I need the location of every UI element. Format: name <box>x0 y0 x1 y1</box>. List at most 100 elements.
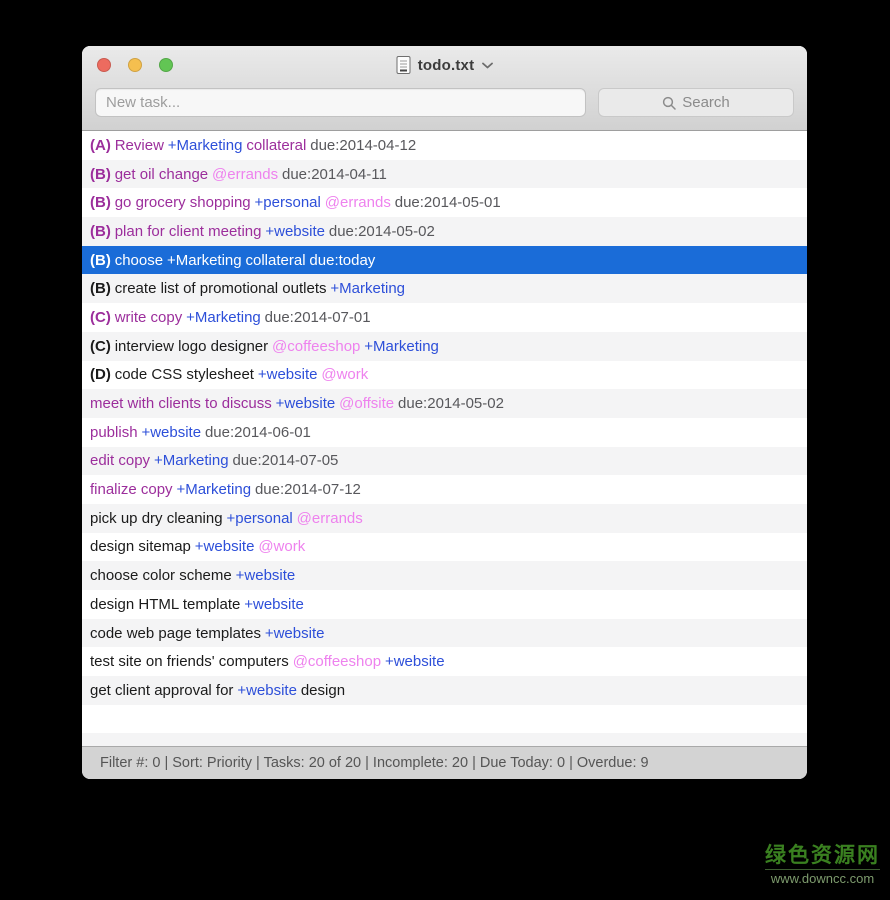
window-title: todo.txt <box>417 56 475 74</box>
task-segment-context: @errands <box>324 194 391 212</box>
empty-row <box>82 733 807 746</box>
zoom-button-icon[interactable] <box>159 58 173 72</box>
task-segment-priority: (A) <box>90 136 111 154</box>
task-segment-project: +website <box>235 567 296 585</box>
task-row[interactable]: (C) interview logo designer @coffeeshop +Ma… <box>82 331 807 361</box>
task-segment-project: +personal <box>254 194 321 212</box>
task-segment-project: +website <box>244 595 304 613</box>
task-row[interactable]: (C) write copy +Marketing due:2014-07-01 <box>82 303 807 332</box>
task-segment-project: +website <box>194 538 255 556</box>
task-segment-project: +Marketing <box>364 337 439 355</box>
task-row[interactable]: (A) Review +Marketing collateral due:2014-04… <box>82 131 807 160</box>
task-segment-priority: (D) <box>90 366 111 384</box>
task-segment-priority: (C) <box>90 337 111 355</box>
task-segment-due: due:2014-07-05 <box>232 452 339 470</box>
task-segment-context: @work <box>258 538 306 556</box>
search-icon <box>663 96 676 110</box>
task-row[interactable]: pick up dry cleaning +personal @errands <box>82 503 807 533</box>
task-list: (A) Review +Marketing collateral due:2014-04… <box>82 131 807 746</box>
task-segment-priority: (B) <box>90 165 111 183</box>
task-segment-text: get oil change <box>114 165 209 183</box>
task-row[interactable]: choose color scheme +website <box>82 561 807 590</box>
task-segment-project: +Marketing <box>166 251 242 269</box>
task-row[interactable]: finalize copy +Marketing due:2014-07-12 <box>82 475 807 504</box>
task-segment-project: +website <box>384 653 445 671</box>
task-segment-project: +Marketing <box>176 481 252 499</box>
task-segment-project: +Marketing <box>167 136 243 154</box>
watermark-site-name: 绿色资源网 <box>765 843 880 867</box>
task-row[interactable]: (B) go grocery shopping +personal @errands d… <box>82 188 807 217</box>
task-segment-text: Review <box>114 136 164 154</box>
task-row[interactable]: get client approval for +website design <box>82 676 807 705</box>
titlebar[interactable]: todo.txt <box>82 46 807 84</box>
title-group[interactable]: todo.txt <box>396 56 494 74</box>
task-segment-text: collateral <box>245 251 306 269</box>
task-segment-text: plan for client meeting <box>114 222 262 240</box>
task-segment-priority: (C) <box>90 308 111 326</box>
task-segment-text: meet with clients to discuss <box>90 395 272 413</box>
task-segment-project: +website <box>264 624 325 642</box>
task-segment-context: @coffeeshop <box>272 337 361 355</box>
chevron-down-icon[interactable] <box>482 62 494 69</box>
task-segment-project: +personal <box>226 509 293 527</box>
task-segment-text: create list of promotional outlets <box>114 280 327 298</box>
task-row[interactable]: edit copy +Marketing due:2014-07-05 <box>82 446 807 476</box>
task-segment-project: +website <box>265 222 325 240</box>
task-segment-text: finalize copy <box>90 481 173 499</box>
task-segment-text: publish <box>90 423 138 441</box>
task-row[interactable]: (B) get oil change @errands due:2014-04-11 <box>82 159 807 189</box>
task-segment-text: write copy <box>114 308 183 326</box>
task-segment-text: design HTML template <box>90 595 241 613</box>
toolbar: Search <box>82 84 807 117</box>
task-row[interactable]: (D) code CSS stylesheet +website @work <box>82 361 807 390</box>
task-segment-text: code CSS stylesheet <box>114 366 254 384</box>
task-segment-priority: (B) <box>90 280 111 298</box>
task-segment-text: collateral <box>246 136 307 154</box>
task-row[interactable]: (B) plan for client meeting +website due:20… <box>82 217 807 246</box>
task-row-selected[interactable]: (B) choose +Marketing collateral due:today <box>82 245 807 275</box>
task-segment-due: due:today <box>309 251 376 269</box>
task-row[interactable]: meet with clients to discuss +website @off… <box>82 389 807 418</box>
window-header: todo.txt Search <box>82 46 807 131</box>
task-segment-due: due:2014-07-01 <box>264 308 371 326</box>
close-button-icon[interactable] <box>97 58 111 72</box>
search-placeholder-label: Search <box>682 94 730 111</box>
new-task-input[interactable] <box>95 88 586 117</box>
watermark: 绿色资源网 www.downcc.com <box>765 844 880 886</box>
app-window: todo.txt Search (A)Review+Marketingcolla… <box>82 46 807 779</box>
status-bar: Filter #: 0 | Sort: Priority | Tasks: 20… <box>82 746 807 779</box>
task-segment-text: go grocery shopping <box>114 194 251 212</box>
task-segment-text: get client approval for <box>90 681 234 699</box>
task-row[interactable]: (B) create list of promotional outlets +Ma… <box>82 274 807 304</box>
task-segment-text: choose color scheme <box>90 567 232 585</box>
task-segment-context: @work <box>321 366 369 384</box>
task-segment-text: design sitemap <box>90 538 191 556</box>
task-segment-text: choose <box>114 251 164 269</box>
task-segment-project: +Marketing <box>153 452 229 470</box>
minimize-button-icon[interactable] <box>128 58 142 72</box>
task-segment-due: due:2014-05-02 <box>328 222 435 240</box>
task-row[interactable]: publish +website due:2014-06-01 <box>82 418 807 447</box>
task-segment-text: edit copy <box>90 452 151 470</box>
task-segment-text: pick up dry cleaning <box>90 509 223 527</box>
task-segment-context: @errands <box>296 509 363 527</box>
search-input[interactable]: Search <box>598 88 794 117</box>
task-segment-project: +Marketing <box>186 308 261 326</box>
task-segment-context: @offsite <box>339 395 395 413</box>
watermark-site-url: www.downcc.com <box>765 869 880 886</box>
task-segment-due: due:2014-05-02 <box>398 395 504 413</box>
task-segment-text: code web page templates <box>90 624 261 642</box>
task-segment-text: design <box>300 681 346 699</box>
task-row[interactable]: design HTML template +website <box>82 590 807 619</box>
traffic-lights <box>97 46 173 84</box>
task-segment-project: +website <box>237 681 297 699</box>
task-segment-due: due:2014-04-12 <box>310 136 417 154</box>
task-row[interactable]: design sitemap +website @work <box>82 533 807 562</box>
task-row[interactable]: code web page templates +website <box>82 618 807 648</box>
task-row[interactable]: test site on friends' computers @coffeesh… <box>82 647 807 676</box>
task-segment-priority: (B) <box>90 222 111 240</box>
task-segment-project: +website <box>275 395 336 413</box>
task-segment-due: due:2014-04-11 <box>282 165 387 183</box>
task-segment-text: test site on friends' computers <box>90 653 289 671</box>
task-segment-project: +Marketing <box>330 280 406 298</box>
